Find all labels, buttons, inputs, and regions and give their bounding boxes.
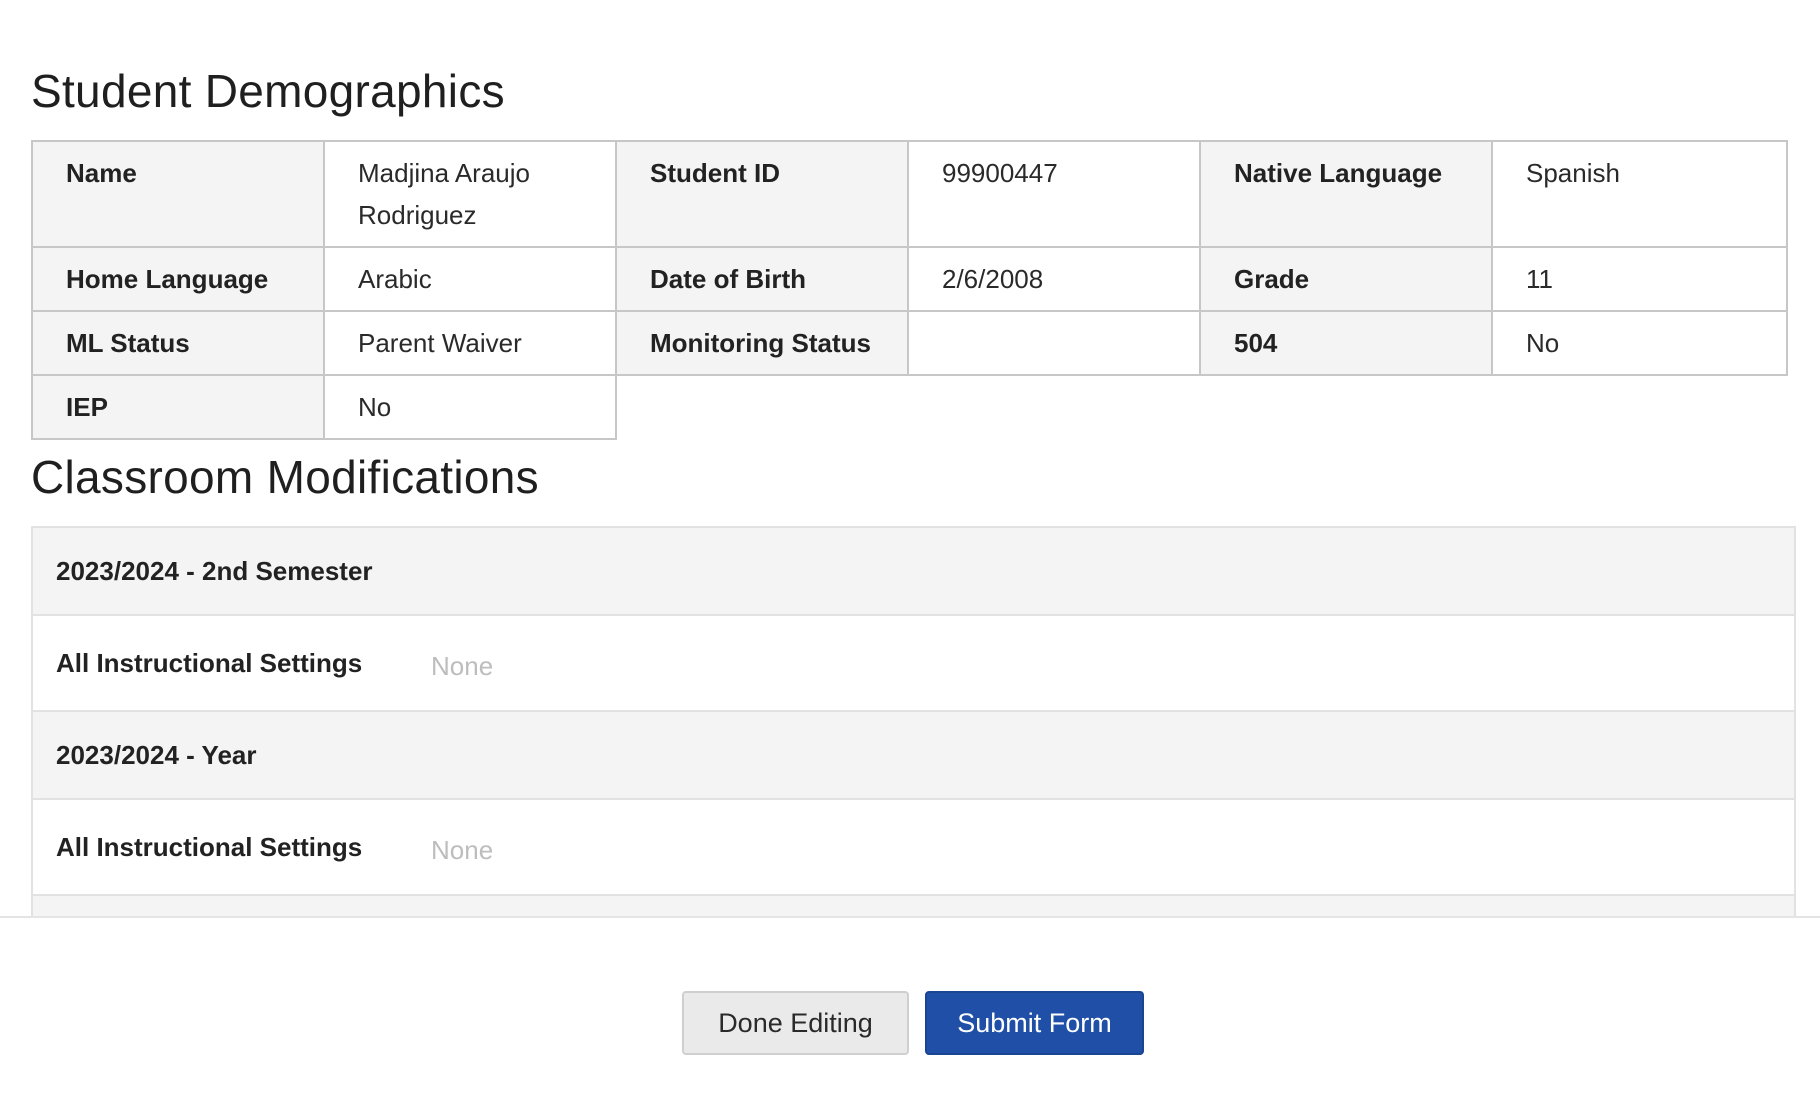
action-bar: Done Editing Submit Form	[0, 916, 1820, 1102]
period-header: 2023/2024 - Year	[33, 712, 1794, 800]
monitoring-status-value	[907, 310, 1201, 376]
date-of-birth-value: 2/6/2008	[907, 246, 1201, 312]
demographics-title: Student Demographics	[31, 65, 505, 117]
list-item: All Instructional Settings None	[33, 616, 1794, 712]
student-id-value: 99900447	[907, 140, 1201, 248]
date-of-birth-label: Date of Birth	[615, 246, 909, 312]
period-header: 2023/2024 - 2nd Semester	[33, 528, 1794, 616]
table-row: ML Status Parent Waiver Monitoring Statu…	[31, 310, 1788, 376]
setting-label: All Instructional Settings	[56, 647, 363, 678]
student-id-label: Student ID	[615, 140, 909, 248]
name-value: Madjina Araujo Rodriguez	[323, 140, 617, 248]
setting-value: None	[431, 834, 494, 865]
native-language-label: Native Language	[1199, 140, 1493, 248]
form-content[interactable]: Student Demographics Name Madjina Araujo…	[0, 0, 1820, 917]
iep-value: No	[323, 374, 617, 440]
done-editing-button[interactable]: Done Editing	[682, 991, 909, 1055]
period-header-partial	[33, 896, 1794, 917]
home-language-label: Home Language	[31, 246, 325, 312]
iep-label: IEP	[31, 374, 325, 440]
section-504-label: 504	[1199, 310, 1493, 376]
setting-label: All Instructional Settings	[56, 831, 363, 862]
section-504-value: No	[1491, 310, 1788, 376]
grade-value: 11	[1491, 246, 1788, 312]
list-item: All Instructional Settings None	[33, 800, 1794, 896]
ml-status-value: Parent Waiver	[323, 310, 617, 376]
modifications-title: Classroom Modifications	[31, 451, 539, 503]
grade-label: Grade	[1199, 246, 1493, 312]
ml-status-label: ML Status	[31, 310, 325, 376]
native-language-value: Spanish	[1491, 140, 1788, 248]
name-label: Name	[31, 140, 325, 248]
modifications-list: 2023/2024 - 2nd Semester All Instruction…	[31, 526, 1796, 917]
submit-form-button[interactable]: Submit Form	[925, 991, 1144, 1055]
table-row: Home Language Arabic Date of Birth 2/6/2…	[31, 246, 1788, 312]
setting-value: None	[431, 650, 494, 681]
demographics-table: Name Madjina Araujo Rodriguez Student ID…	[31, 140, 1788, 440]
home-language-value: Arabic	[323, 246, 617, 312]
table-row: Name Madjina Araujo Rodriguez Student ID…	[31, 140, 1788, 248]
table-row: IEP No	[31, 374, 1787, 440]
monitoring-status-label: Monitoring Status	[615, 310, 909, 376]
